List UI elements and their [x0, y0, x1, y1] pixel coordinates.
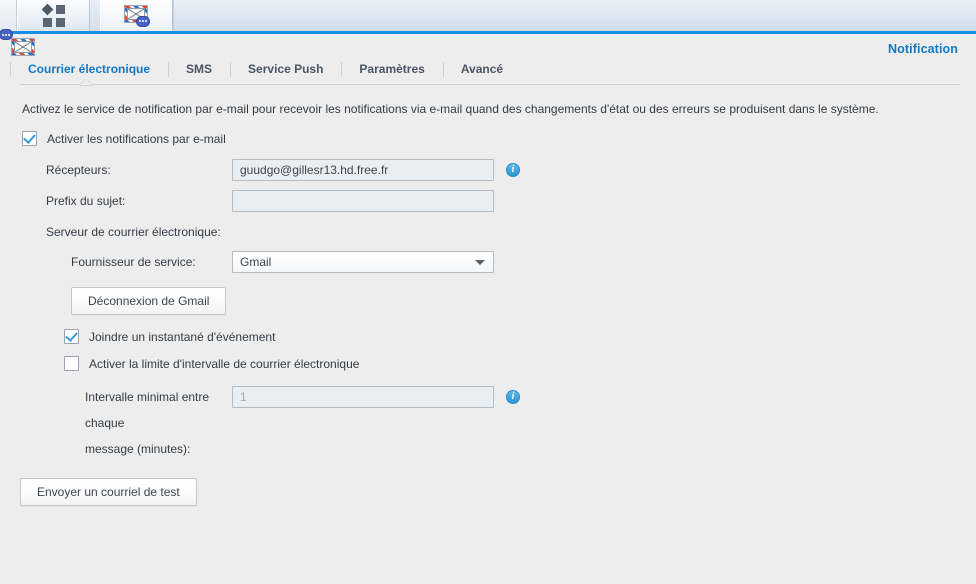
mail-server-label: Serveur de courrier électronique: [46, 225, 221, 239]
apps-grid-icon [41, 3, 65, 27]
enable-notifications-checkbox[interactable] [22, 131, 37, 146]
recipients-label: Récepteurs: [46, 163, 111, 177]
taskbar-apps-button[interactable] [17, 0, 90, 31]
mail-server-section: Serveur de courrier électronique: [16, 225, 960, 239]
attach-snapshot-checkbox[interactable] [64, 329, 79, 344]
email-settings-panel: Activez le service de notification par e… [0, 89, 976, 506]
recipients-input[interactable] [232, 159, 494, 181]
disconnect-row: Déconnexion de Gmail [16, 287, 960, 315]
tab-bar: Courrier électronique SMS Service Push P… [0, 61, 976, 89]
service-provider-label: Fournisseur de service: [71, 255, 196, 269]
desktop-taskbar [0, 0, 976, 34]
tab-parametres[interactable]: Paramètres [341, 61, 442, 82]
tab-service-push[interactable]: Service Push [230, 61, 341, 82]
subject-prefix-row: Prefix du sujet: [16, 190, 960, 212]
panel-description: Activez le service de notification par e… [22, 102, 879, 116]
recipients-row: Récepteurs: i [16, 159, 960, 181]
taskbar-notification-button[interactable] [100, 0, 173, 31]
enable-interval-limit-label: Activer la limite d'intervalle de courri… [89, 356, 360, 371]
min-interval-label-line2: message (minutes): [85, 442, 191, 456]
app-header: Notification [0, 29, 976, 61]
enable-interval-limit-checkbox[interactable] [64, 356, 79, 371]
attach-snapshot-row[interactable]: Joindre un instantané d'événement [64, 329, 960, 344]
send-test-row: Envoyer un courriel de test [16, 478, 960, 506]
taskbar-empty-area [173, 0, 976, 31]
enable-notifications-label: Activer les notifications par e-mail [47, 131, 226, 146]
enable-notifications-row[interactable]: Activer les notifications par e-mail [22, 131, 960, 146]
subject-prefix-label: Prefix du sujet: [46, 194, 126, 208]
tab-label: Service Push [248, 62, 324, 76]
taskbar-gap [90, 0, 100, 31]
tab-label: SMS [186, 62, 213, 76]
service-provider-select[interactable]: Gmail [232, 251, 494, 273]
notification-app-window: Notification Courrier électronique SMS S… [0, 29, 976, 581]
tab-separator-line [20, 84, 960, 85]
page-title: Notification [888, 42, 958, 56]
min-interval-label-line1: Intervalle minimal entre chaque [85, 390, 210, 430]
tab-avance[interactable]: Avancé [442, 61, 521, 82]
notification-envelope-icon [123, 4, 150, 27]
min-interval-label: Intervalle minimal entre chaque message … [16, 384, 232, 462]
service-provider-value: Gmail [240, 255, 272, 269]
tab-sms[interactable]: SMS [168, 61, 230, 82]
tab-label: Avancé [460, 62, 504, 76]
tab-label: Courrier électronique [28, 62, 151, 76]
enable-interval-limit-row[interactable]: Activer la limite d'intervalle de courri… [64, 356, 960, 371]
tab-label: Paramètres [359, 62, 425, 76]
min-interval-input[interactable] [232, 386, 494, 408]
attach-snapshot-label: Joindre un instantané d'événement [89, 329, 276, 344]
send-test-email-button[interactable]: Envoyer un courriel de test [20, 478, 197, 506]
active-tab-indicator-icon [80, 79, 92, 85]
service-provider-row: Fournisseur de service: Gmail [16, 251, 960, 273]
chevron-down-icon [475, 260, 485, 265]
min-interval-row: Intervalle minimal entre chaque message … [16, 384, 960, 462]
min-interval-info-icon[interactable]: i [506, 390, 520, 404]
subject-prefix-input[interactable] [232, 190, 494, 212]
taskbar-left-edge [0, 0, 17, 31]
disconnect-gmail-button[interactable]: Déconnexion de Gmail [71, 287, 227, 315]
recipients-info-icon[interactable]: i [506, 163, 520, 177]
